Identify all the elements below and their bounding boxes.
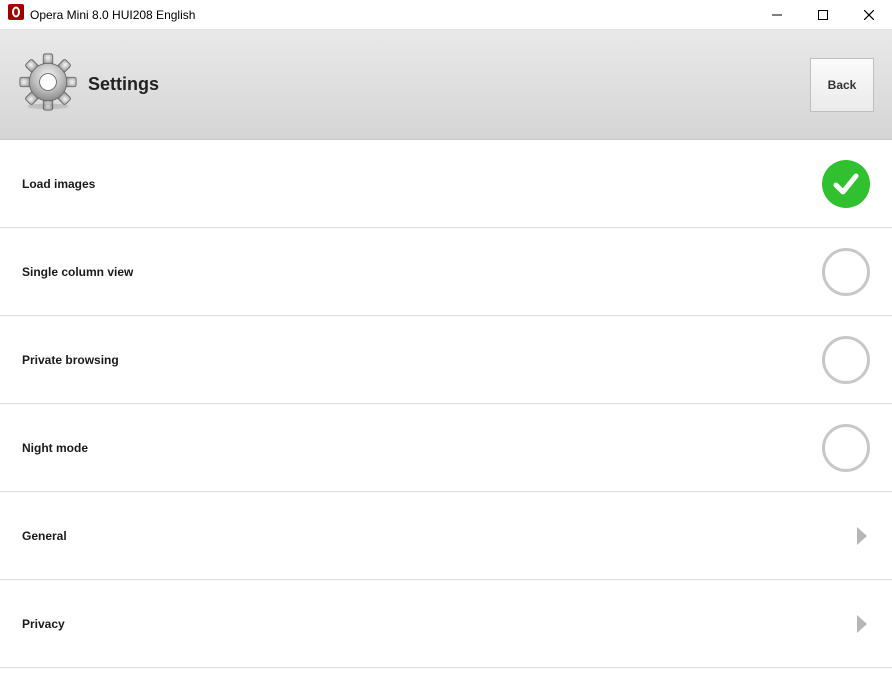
- back-button[interactable]: Back: [810, 58, 874, 112]
- row-single-column-view[interactable]: Single column view: [0, 228, 892, 316]
- row-label: Private browsing: [22, 353, 119, 367]
- toggle-off-icon[interactable]: [822, 248, 870, 296]
- settings-header: Settings Back: [0, 30, 892, 140]
- toggle-on-icon[interactable]: [822, 160, 870, 208]
- toggle-off-icon[interactable]: [822, 336, 870, 384]
- row-label: Load images: [22, 177, 95, 191]
- row-label: Single column view: [22, 265, 133, 279]
- page-title: Settings: [88, 74, 159, 95]
- close-button[interactable]: [846, 0, 892, 30]
- window-title: Opera Mini 8.0 HUI208 English: [30, 8, 195, 22]
- gear-icon: [18, 52, 78, 117]
- row-load-images[interactable]: Load images: [0, 140, 892, 228]
- maximize-button[interactable]: [800, 0, 846, 30]
- row-general[interactable]: General: [0, 492, 892, 580]
- row-night-mode[interactable]: Night mode: [0, 404, 892, 492]
- settings-list: Load images Single column view Private b…: [0, 140, 892, 668]
- app-icon: [8, 4, 24, 25]
- toggle-off-icon[interactable]: [822, 424, 870, 472]
- row-private-browsing[interactable]: Private browsing: [0, 316, 892, 404]
- row-label: Night mode: [22, 441, 88, 455]
- window-titlebar: Opera Mini 8.0 HUI208 English: [0, 0, 892, 30]
- minimize-button[interactable]: [754, 0, 800, 30]
- row-label: General: [22, 529, 67, 543]
- chevron-right-icon: [854, 525, 870, 547]
- chevron-right-icon: [854, 613, 870, 635]
- row-label: Privacy: [22, 617, 65, 631]
- row-privacy[interactable]: Privacy: [0, 580, 892, 668]
